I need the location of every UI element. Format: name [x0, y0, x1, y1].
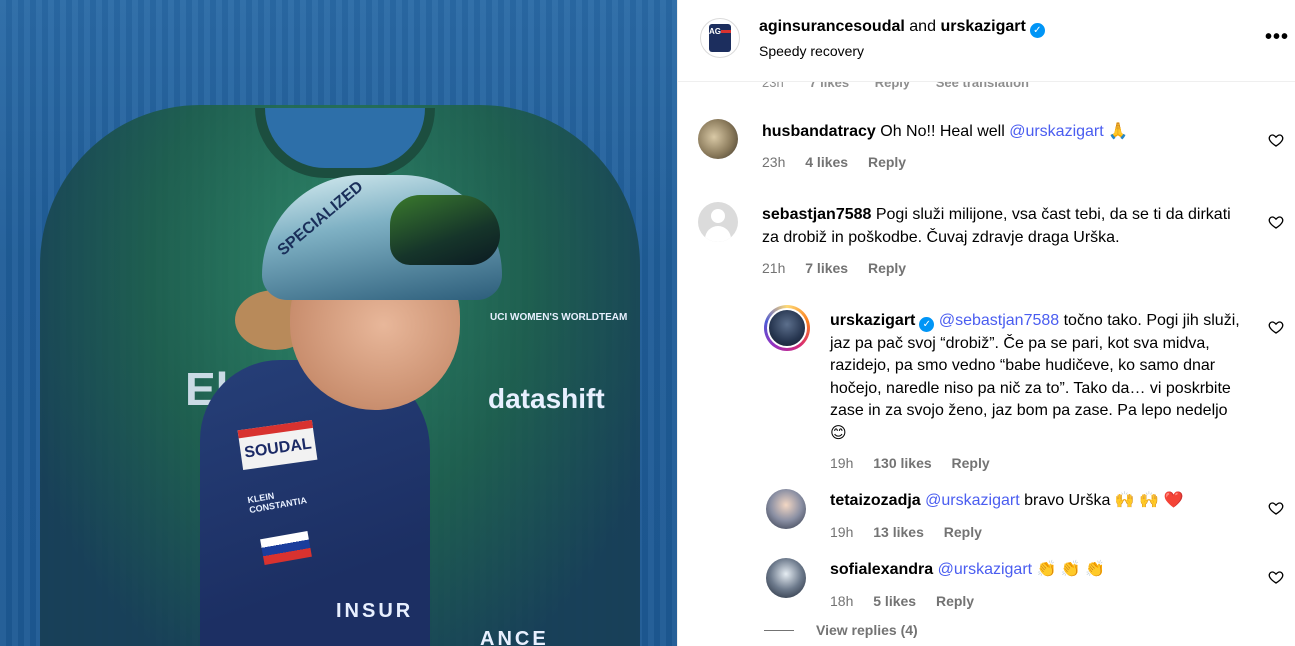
author-username[interactable]: aginsurancesoudal	[759, 18, 905, 35]
avatar[interactable]	[764, 305, 810, 351]
comments-panel: 23h 7 likes Reply See translation AG agi…	[677, 0, 1295, 646]
photo-brand-datashift: datashift	[488, 383, 605, 414]
rider-visor	[390, 195, 500, 265]
comment-time: 19h	[830, 524, 854, 540]
view-replies-label[interactable]: View replies (4)	[816, 622, 918, 638]
avatar[interactable]	[698, 119, 738, 159]
kit-text-insurance: INSUR	[336, 600, 414, 622]
author-avatar[interactable]: AG	[700, 18, 740, 58]
comment-text: urskazigart ✓ @sebastjan7588 točno tako. …	[830, 310, 1240, 445]
authors-joiner: and	[909, 18, 936, 35]
comment-mention[interactable]: @urskazigart	[1009, 123, 1104, 140]
comment-likes[interactable]: 5 likes	[873, 593, 916, 609]
comment-meta: 23h 4 likes Reply	[762, 154, 922, 170]
avatar[interactable]	[766, 489, 806, 529]
comment-time: 21h	[762, 260, 786, 276]
comment-reply-button[interactable]: Reply	[868, 260, 906, 276]
comment-username[interactable]: husbandatracy	[762, 123, 876, 140]
comment-likes[interactable]: 13 likes	[873, 524, 924, 540]
comment-body: točno tako. Pogi jih služi, jaz pa pač s…	[830, 312, 1240, 442]
comment-time: 18h	[830, 593, 854, 609]
view-replies-button[interactable]: View replies (4)	[764, 622, 918, 638]
avatar[interactable]	[766, 558, 806, 598]
verified-badge-icon: ✓	[1029, 23, 1045, 38]
default-avatar-icon[interactable]	[698, 202, 738, 242]
comment-text: husbandatracy Oh No!! Heal well @urskazi…	[762, 121, 1252, 144]
comment-reply-button[interactable]: Reply	[868, 154, 906, 170]
comment-mention[interactable]: @urskazigart	[925, 492, 1020, 509]
like-heart-icon[interactable]	[1268, 214, 1284, 230]
comment-time: 23h	[762, 154, 786, 170]
verified-badge-icon: ✓	[919, 317, 935, 332]
comment-meta: 21h 7 likes Reply	[762, 260, 922, 276]
post-header: AG aginsurancesoudal and urskazigart ✓ Sp…	[678, 0, 1295, 82]
coauthor-username[interactable]: urskazigart	[940, 18, 1025, 35]
comment-body: 👏 👏 👏	[1032, 561, 1106, 578]
post-photo[interactable]: UCI WOMEN'S WORLDTEAM datashift Ek SPECI…	[0, 0, 677, 646]
comment-body: bravo Urška 🙌 🙌 ❤️	[1019, 492, 1184, 509]
comment-meta: 19h 13 likes Reply	[830, 524, 998, 540]
post-authors: aginsurancesoudal and urskazigart ✓	[759, 18, 1045, 38]
comment-text: sebastjan7588 Pogi služi milijone, vsa č…	[762, 204, 1242, 249]
comment-likes[interactable]: 7 likes	[805, 260, 848, 276]
comment-username[interactable]: urskazigart	[830, 312, 915, 329]
kit-text-ance: ANCE	[480, 628, 549, 646]
comment-username[interactable]: sebastjan7588	[762, 206, 871, 223]
like-heart-icon[interactable]	[1268, 319, 1284, 335]
comment-likes[interactable]: 4 likes	[805, 154, 848, 170]
comment-mention[interactable]: @sebastjan7588	[939, 312, 1059, 329]
like-heart-icon[interactable]	[1268, 500, 1284, 516]
comment-meta: 18h 5 likes Reply	[830, 593, 990, 609]
more-options-button[interactable]: •••	[1265, 26, 1289, 49]
comment-reply-button[interactable]: Reply	[952, 455, 990, 471]
comment-reply-button[interactable]: Reply	[944, 524, 982, 540]
comment-likes[interactable]: 130 likes	[873, 455, 931, 471]
comment-mention[interactable]: @urskazigart	[938, 561, 1033, 578]
photo-brand-uci: UCI WOMEN'S WORLDTEAM	[490, 312, 628, 323]
post-caption: Speedy recovery	[759, 43, 865, 59]
view-replies-divider	[764, 629, 794, 631]
comment-text: sofialexandra @urskazigart 👏 👏 👏	[830, 559, 1250, 582]
comment-reply-button[interactable]: Reply	[936, 593, 974, 609]
comment-text: tetaizozadja @urskazigart bravo Urška 🙌 …	[830, 490, 1250, 513]
comment-username[interactable]: sofialexandra	[830, 561, 933, 578]
comment-body: Oh No!! Heal well	[880, 123, 1010, 140]
like-heart-icon[interactable]	[1268, 569, 1284, 585]
comment-username[interactable]: tetaizozadja	[830, 492, 921, 509]
ag-logo-icon: AG	[709, 24, 731, 52]
comment-meta: 19h 130 likes Reply	[830, 455, 1006, 471]
like-heart-icon[interactable]	[1268, 132, 1284, 148]
comment-emoji: 🙏	[1103, 123, 1129, 140]
comment-time: 19h	[830, 455, 854, 471]
